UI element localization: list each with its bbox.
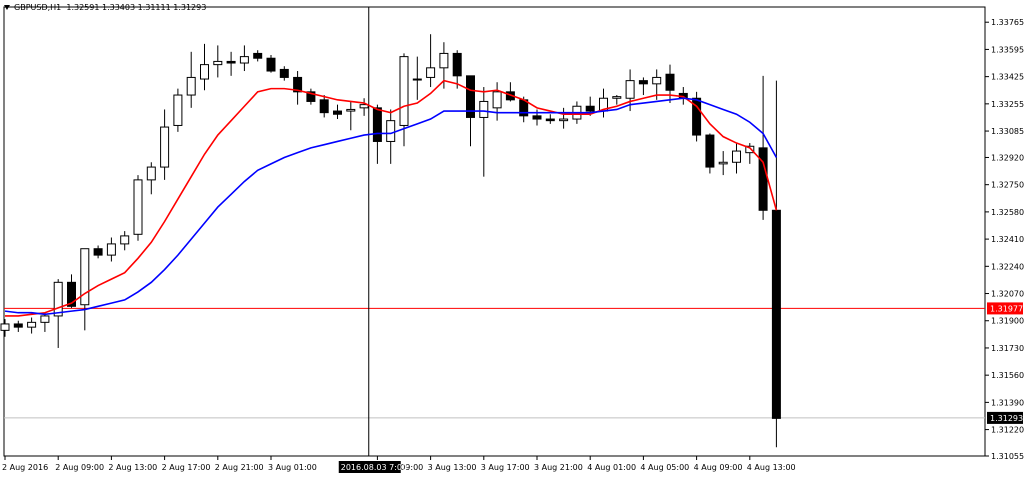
y-tick-label: 1.33425 [991,73,1024,82]
symbol-label: GBPUSD,H1 [14,3,62,12]
ohlc-readout: 1.32591 1.33403 1.31111 1.31293 [66,3,207,12]
crosshair-time-label: 2016.08.03 7:00 [341,463,407,472]
y-tick-label: 1.33595 [991,45,1024,54]
candle-body-down [226,60,236,64]
candle-body-up [439,52,449,69]
time-axis: 2 Aug 2016 2 Aug 09:00 2 Aug 13:00 2 Aug 17… [2,456,796,473]
candle-body-down [372,107,382,142]
y-tick-label: 1.33085 [991,127,1024,136]
candle-body-up [492,91,502,109]
candle-body-up [346,108,356,112]
x-tick-label: 3 Aug 13:00 [428,463,477,472]
candle-body-down [452,52,462,77]
candle [705,133,715,174]
candle-body-up [53,281,63,317]
candle-body-down [585,105,595,112]
y-tick-label: 1.31730 [991,344,1024,353]
x-tick-label: 4 Aug 13:00 [747,463,796,472]
x-tick-label: 3 Aug 01:00 [268,463,317,472]
x-tick-label: 2 Aug 09:00 [55,463,104,472]
candle-body-down [279,68,289,78]
y-tick-label: 1.32410 [991,235,1024,244]
dropdown-triangle-icon[interactable] [4,5,10,10]
price-label: 1.31977 [990,304,1023,313]
x-tick-label: 4 Aug 01:00 [587,463,636,472]
candle-body-up [239,56,249,64]
candle-body-down [266,57,276,72]
candle-body-down [13,323,23,328]
y-tick-label: 1.31220 [991,426,1024,435]
candle-body-up [652,76,662,85]
candle-body-up [146,166,156,181]
candle-body-up [412,78,422,81]
x-tick-label: 2 Aug 13:00 [108,463,157,472]
y-tick-label: 1.32580 [991,208,1024,217]
y-tick-label: 1.31560 [991,371,1024,380]
y-tick-label: 1.33255 [991,100,1024,109]
price-label: 1.31293 [990,414,1023,423]
y-tick-label: 1.31900 [991,317,1024,326]
candle-body-up [133,179,143,235]
candle-body-down [771,209,781,419]
candle-body-up [160,126,170,168]
candle-body-up [612,96,622,99]
candle-body-down [545,118,555,122]
candle-body-up [0,323,10,331]
price-axis: 1.33765 1.33595 1.33425 1.33255 1.33085 1.329… [985,18,1024,461]
y-tick-label: 1.33765 [991,18,1024,27]
candle-body-up [213,60,223,66]
candle [173,88,183,132]
y-tick-label: 1.31390 [991,398,1024,407]
x-tick-label: 2 Aug 21:00 [215,463,264,472]
y-tick-label: 1.31055 [991,452,1024,461]
candle-body-up [106,243,116,256]
candle-body-down [319,99,329,114]
candle-body-up [40,315,50,323]
candle-body-up [732,150,741,163]
candle-body-up [386,120,396,142]
candle-body-up [559,118,569,122]
candle-body-down [665,73,675,91]
candlestick-chart[interactable]: 1.33765 1.33595 1.33425 1.33255 1.33085 1.329… [0,0,1024,479]
candle-body-up [27,321,37,328]
candle-body-down [532,115,542,120]
candle-body-up [399,56,409,126]
candle-body-down [333,110,342,115]
candle-body-down [758,147,768,211]
y-tick-label: 1.32070 [991,290,1024,299]
chart-area[interactable]: GBPUSD,H1 1.32591 1.33403 1.31111 1.3129… [0,0,1024,479]
candle-body-down [705,134,715,168]
candle-body-up [479,100,489,118]
plot-frame [3,6,986,457]
candle-body-up [426,67,436,78]
y-tick-label: 1.32240 [991,262,1024,271]
candle-body-up [718,161,728,165]
candle-body-up [200,64,209,80]
candle-body-up [186,76,196,96]
x-tick-label: 3 Aug 21:00 [534,463,583,472]
plot-border [3,6,986,457]
candle-body-down [253,52,263,59]
candle-body-up [625,80,635,99]
candle-body-up [173,94,183,126]
y-tick-label: 1.32750 [991,181,1024,190]
candle [133,175,143,241]
x-tick-label: 3 Aug 17:00 [481,463,530,472]
x-tick-label: 4 Aug 09:00 [694,463,743,472]
candle-body-down [93,248,103,256]
x-tick-label: 4 Aug 05:00 [640,463,689,472]
x-tick-label: 2 Aug 2016 [2,463,48,472]
candle-body-up [120,235,130,245]
chart-title-bar: GBPUSD,H1 1.32591 1.33403 1.31111 1.3129… [4,3,206,12]
candle-body-down [638,80,648,85]
x-tick-label: 2 Aug 17:00 [162,463,211,472]
y-tick-label: 1.32920 [991,153,1024,162]
